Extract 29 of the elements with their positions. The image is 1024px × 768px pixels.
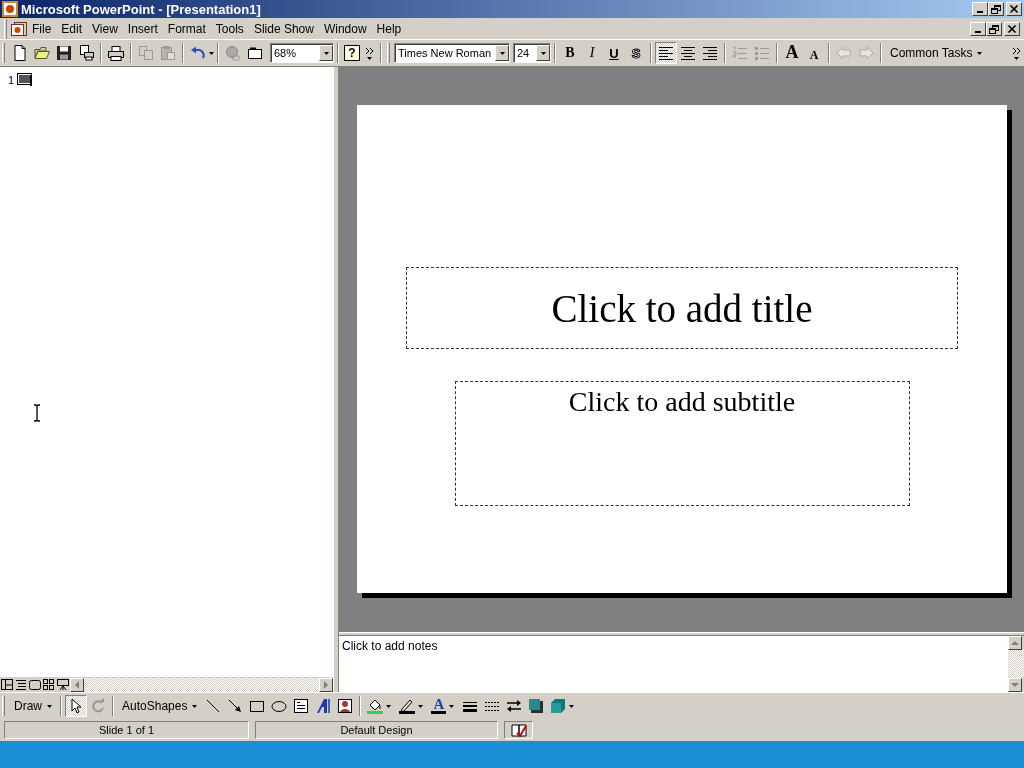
help-button[interactable]: ? bbox=[344, 45, 360, 61]
autoshapes-menu-button[interactable]: AutoShapes bbox=[117, 695, 203, 717]
status-panel: Slide 1 of 1 bbox=[4, 721, 249, 739]
menu-item[interactable]: Insert bbox=[122, 20, 163, 37]
menu-item[interactable]: File bbox=[27, 20, 57, 37]
window-title: Microsoft PowerPoint - [Presentation1] bbox=[21, 1, 262, 17]
draw-menu-button[interactable]: Draw bbox=[9, 695, 57, 717]
menu-item[interactable]: Slide Show bbox=[248, 20, 319, 37]
slide-number: 1 bbox=[8, 73, 15, 86]
menu-item[interactable]: Tools bbox=[210, 20, 249, 37]
font-size-dropdown[interactable]: 24 bbox=[513, 43, 551, 63]
bold-button[interactable]: B bbox=[559, 42, 581, 64]
zoom-dropdown[interactable]: 68% bbox=[270, 43, 334, 63]
title-placeholder[interactable]: Click to add title bbox=[406, 267, 958, 349]
decrease-font-size-button[interactable]: A bbox=[803, 42, 825, 64]
font-dropdown[interactable]: Times New Roman bbox=[394, 43, 510, 63]
common-tasks-button[interactable]: Common Tasks bbox=[885, 42, 988, 64]
menu-item[interactable]: Window bbox=[318, 20, 372, 37]
font-color-button[interactable]: A bbox=[431, 698, 447, 714]
increase-font-size-button[interactable]: A bbox=[781, 42, 803, 64]
underline-button[interactable]: U bbox=[603, 42, 625, 64]
menu-item[interactable]: Help bbox=[371, 20, 407, 37]
status-panel: Default Design bbox=[255, 721, 498, 739]
italic-button[interactable]: I bbox=[581, 42, 603, 64]
notes-placeholder[interactable]: Click to add notes bbox=[342, 639, 438, 653]
menu-item[interactable]: Edit bbox=[56, 20, 88, 37]
subtitle-placeholder[interactable]: Click to add subtitle bbox=[454, 381, 910, 506]
menu-item[interactable]: View bbox=[87, 20, 123, 37]
menu-item[interactable]: Format bbox=[162, 20, 211, 37]
